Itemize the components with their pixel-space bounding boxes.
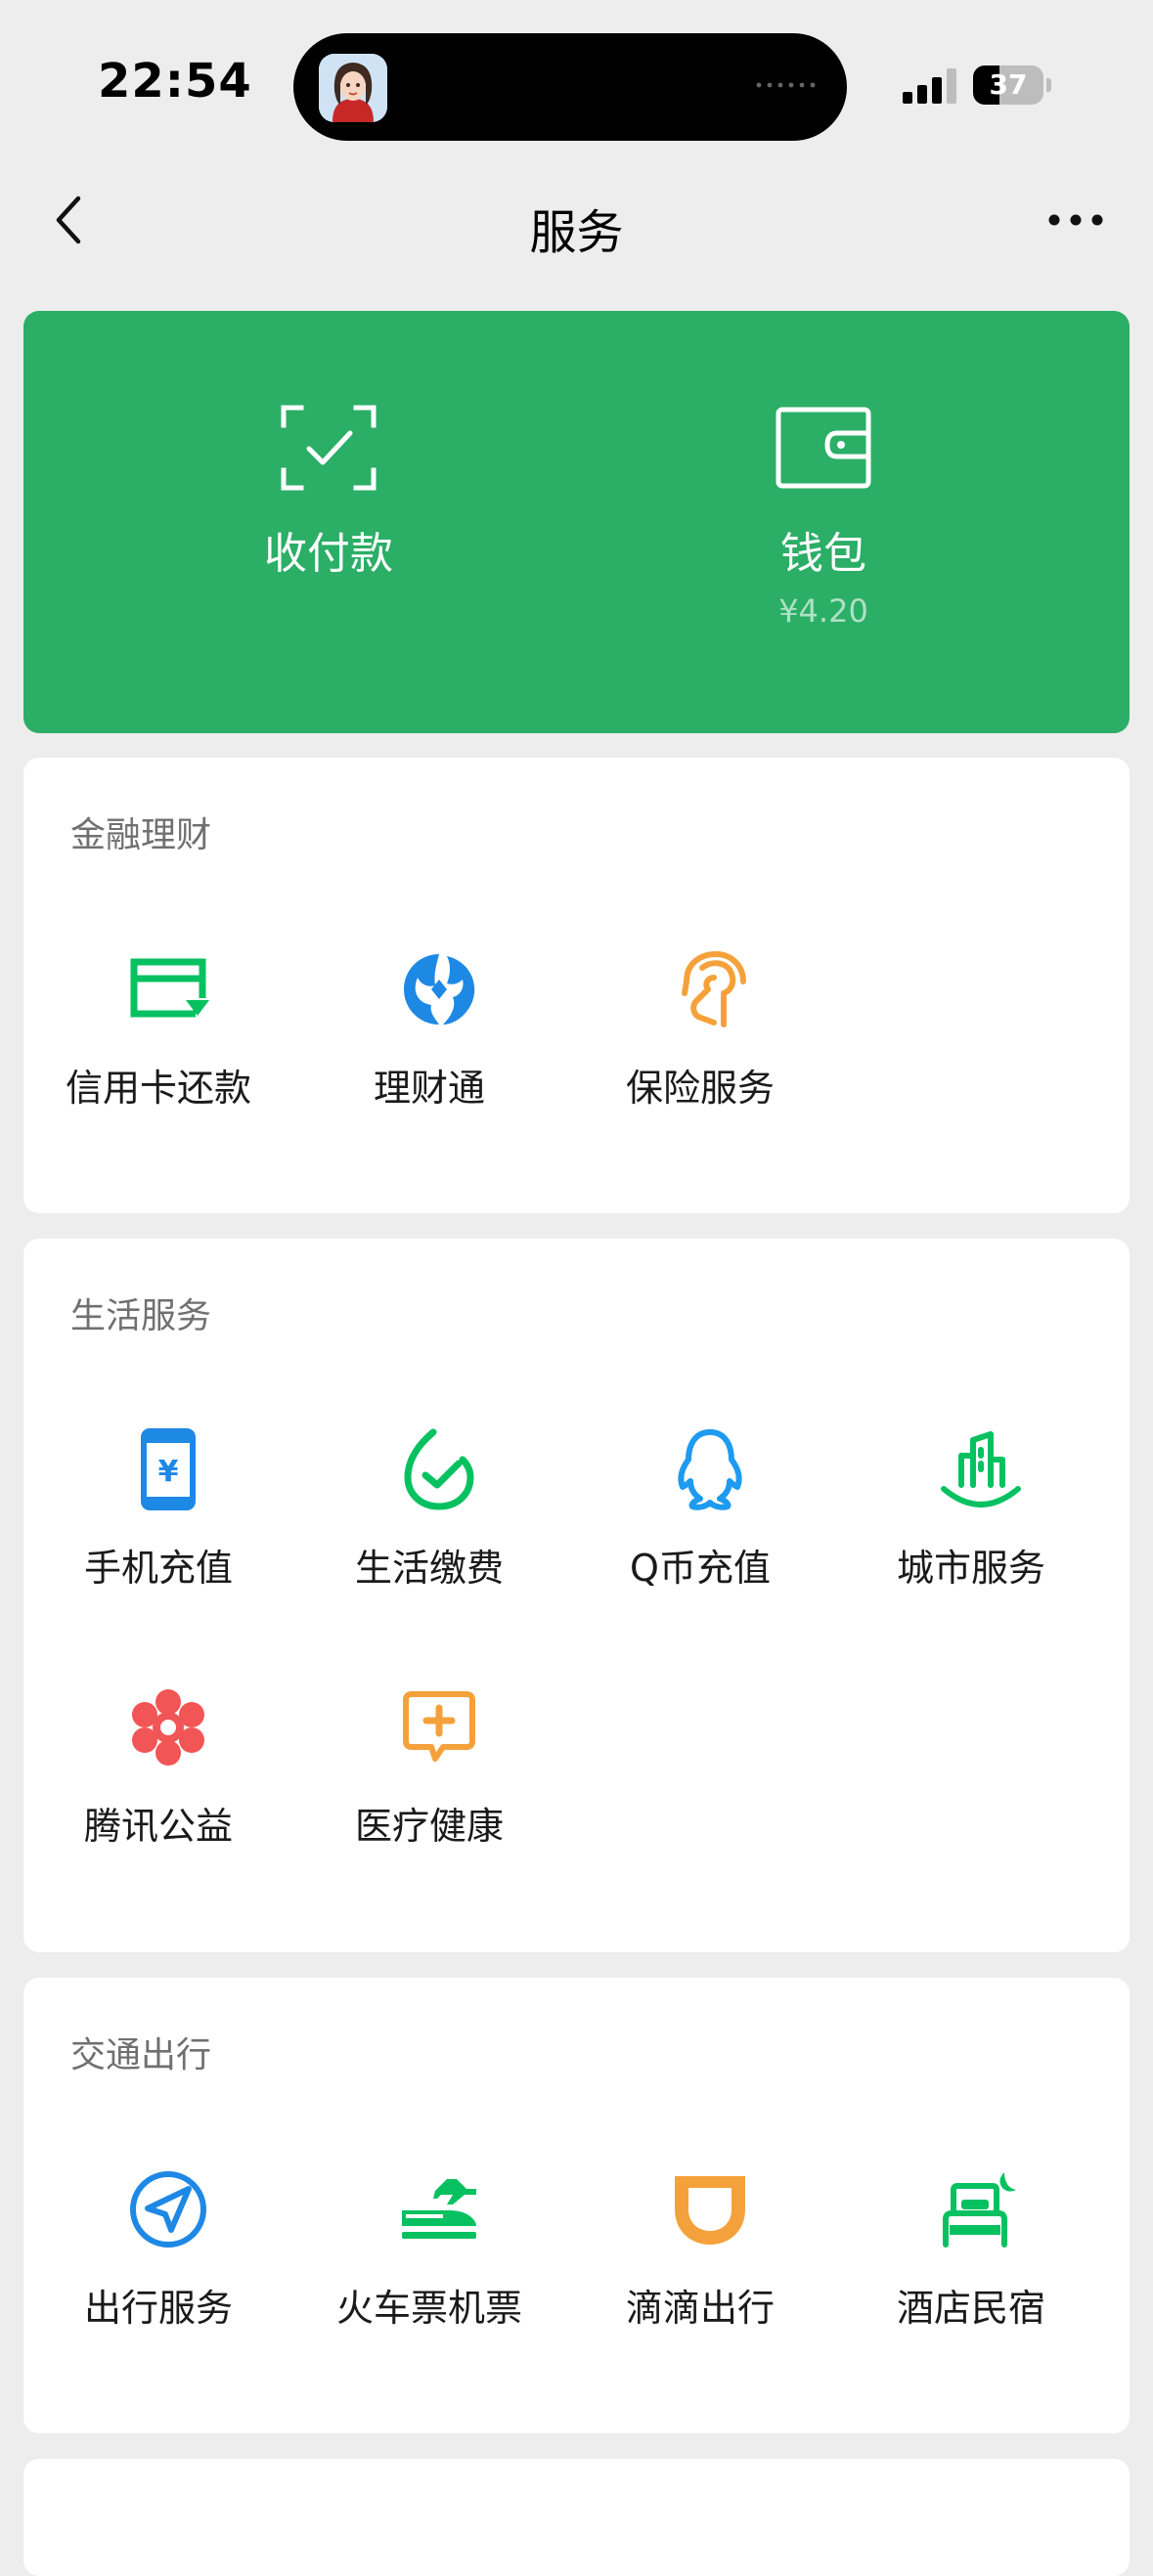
dynamic-island[interactable] <box>293 33 847 141</box>
phone-topup-icon: ¥ <box>127 1428 209 1510</box>
wallet-button[interactable]: 钱包 ¥4.20 <box>628 311 1019 733</box>
wallet-balance: ¥4.20 <box>778 592 868 630</box>
section-title: 交通出行 <box>70 2035 212 2075</box>
charity-icon <box>127 1686 209 1768</box>
service-label: 手机充值 <box>83 1547 233 1590</box>
service-label: 城市服务 <box>896 1547 1045 1590</box>
service-label: 保险服务 <box>625 1067 775 1110</box>
more-button[interactable] <box>1037 191 1115 249</box>
section-transport: 交通出行 出行服务 火车票机票 滴滴出行 酒店民宿 <box>23 1978 1130 2433</box>
svg-text:¥: ¥ <box>158 1455 179 1489</box>
service-train-plane[interactable]: 火车票机票 <box>294 2168 565 2383</box>
service-label: 腾讯公益 <box>83 1805 233 1848</box>
service-credit-card[interactable]: 信用卡还款 <box>23 948 294 1163</box>
service-label: 理财通 <box>373 1067 485 1110</box>
more-dots-icon <box>1048 214 1103 226</box>
section-life: 生活服务 ¥ 手机充值 生活缴费 Q币充值 城市服务 腾讯公益 医疗健康 <box>23 1239 1130 1952</box>
cellular-signal-icon <box>903 68 956 104</box>
island-activity-icon <box>756 82 816 88</box>
city-icon <box>940 1428 1022 1510</box>
battery-level: 37 <box>989 68 1028 101</box>
service-label: 生活缴费 <box>354 1547 504 1590</box>
section-title: 生活服务 <box>70 1296 212 1336</box>
service-charity[interactable]: 腾讯公益 <box>23 1686 294 1901</box>
service-wealth[interactable]: 理财通 <box>294 948 565 1163</box>
section-finance: 金融理财 信用卡还款 理财通 保险服务 <box>23 758 1130 1213</box>
credit-card-icon <box>127 948 209 1030</box>
service-label: 医疗健康 <box>354 1805 504 1848</box>
wallet-card: 收付款 钱包 ¥4.20 <box>23 311 1130 733</box>
service-phone-topup[interactable]: ¥ 手机充值 <box>23 1428 294 1643</box>
service-bills[interactable]: 生活缴费 <box>294 1428 565 1643</box>
wealth-icon <box>398 948 480 1030</box>
service-label: 酒店民宿 <box>896 2287 1045 2330</box>
service-label: 滴滴出行 <box>625 2287 775 2330</box>
insurance-icon <box>669 948 751 1030</box>
qq-coin-icon <box>669 1428 751 1510</box>
navigation-icon <box>127 2168 209 2250</box>
service-label: Q币充值 <box>630 1547 771 1590</box>
service-medical[interactable]: 医疗健康 <box>294 1686 565 1901</box>
status-bar: 22:54 37 <box>0 0 1153 156</box>
service-hotel[interactable]: 酒店民宿 <box>836 2168 1107 2383</box>
scan-pay-icon <box>281 405 377 491</box>
service-insurance[interactable]: 保险服务 <box>565 948 836 1163</box>
medical-icon <box>398 1686 480 1768</box>
hotel-icon <box>940 2168 1022 2250</box>
nav-bar: 服务 <box>0 176 1153 264</box>
wallet-icon <box>776 407 871 489</box>
service-city[interactable]: 城市服务 <box>836 1428 1107 1643</box>
service-didi[interactable]: 滴滴出行 <box>565 2168 836 2383</box>
section-next <box>23 2459 1130 2576</box>
bills-icon <box>398 1428 480 1510</box>
section-title: 金融理财 <box>70 815 212 855</box>
page-title: 服务 <box>529 205 624 260</box>
avatar <box>319 54 387 122</box>
didi-icon <box>669 2168 751 2250</box>
train-plane-icon <box>398 2168 480 2250</box>
wallet-label: 钱包 <box>780 529 866 579</box>
pay-receive-button[interactable]: 收付款 <box>133 311 524 733</box>
pay-receive-label: 收付款 <box>264 529 393 579</box>
battery-icon: 37 <box>973 65 1051 105</box>
service-label: 火车票机票 <box>335 2287 522 2330</box>
service-qq-coin[interactable]: Q币充值 <box>565 1428 836 1643</box>
status-time: 22:54 <box>98 54 252 109</box>
service-label: 出行服务 <box>83 2287 233 2330</box>
service-label: 信用卡还款 <box>65 1067 251 1110</box>
service-travel[interactable]: 出行服务 <box>23 2168 294 2383</box>
